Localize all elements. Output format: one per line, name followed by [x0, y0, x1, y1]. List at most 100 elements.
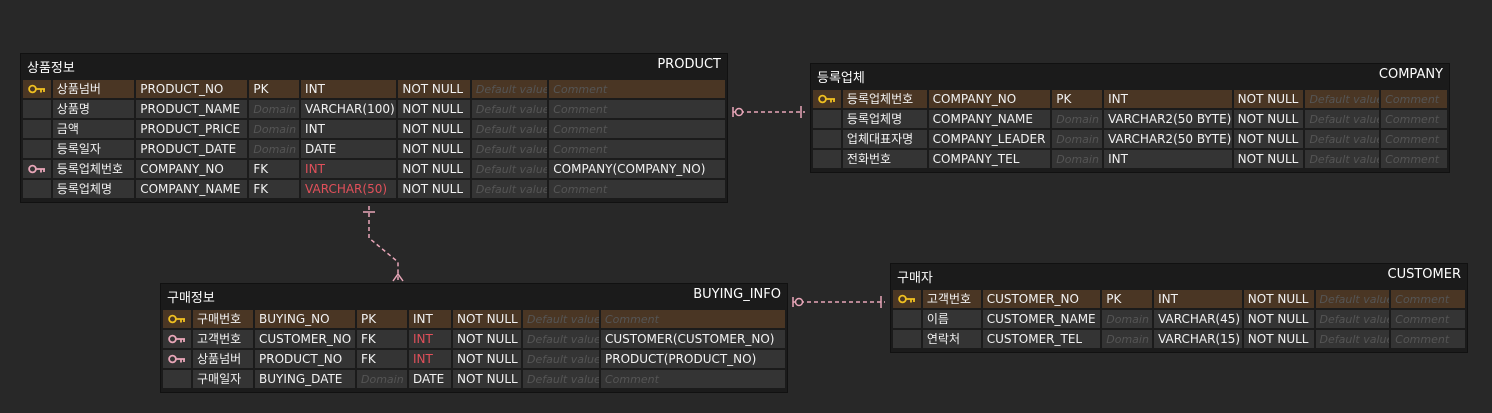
column-logical-name: 연락처 [923, 330, 983, 348]
column-comment: Comment [1395, 333, 1450, 346]
column-key: FK [357, 350, 409, 368]
column-default: Default value [472, 140, 550, 158]
column-comment: CUSTOMER(CUSTOMER_NO) [605, 332, 775, 346]
column-physical-name: CUSTOMER_NAME [983, 310, 1103, 328]
pk-key-icon [28, 84, 45, 94]
table-header[interactable]: 상품정보 PRODUCT [21, 54, 727, 76]
column-key: PK [1102, 290, 1155, 308]
column-logical-name: 업체대표자명 [843, 130, 929, 148]
key-cell [23, 140, 53, 158]
key-cell [23, 120, 53, 138]
column-logical-name: 등록업체번호 [53, 160, 137, 178]
table-logical-name: 상품정보 [27, 61, 75, 76]
column-type: INT [409, 310, 453, 328]
column-physical-name: BUYING_NO [255, 310, 357, 328]
column-default: Default value [472, 100, 550, 118]
table-buying-info[interactable]: 구매정보 BUYING_INFO 구매번호 BUYING_NO PK INT NOT NUL… [160, 283, 788, 393]
pk-key-icon [898, 294, 915, 304]
column-key: FK [249, 180, 302, 198]
key-cell [163, 310, 193, 328]
column-comment: Comment [553, 83, 608, 96]
column-not-null: NOT NULL [1244, 290, 1316, 308]
column-default: Default value [1305, 90, 1382, 108]
column-row[interactable]: 고객번호 CUSTOMER_NO PK INT NOT NULL Default valu… [893, 290, 1465, 308]
column-comment: Comment [1385, 113, 1440, 126]
column-comment: Comment [1395, 313, 1450, 326]
column-key: Domain [249, 100, 302, 118]
column-not-null: NOT NULL [1234, 110, 1306, 128]
table-logical-name: 구매정보 [167, 291, 215, 306]
column-physical-name: PRODUCT_PRICE [136, 120, 250, 138]
column-row[interactable]: 등록업체번호 COMPANY_NO PK INT NOT NULL Default val… [813, 90, 1447, 108]
column-logical-name: 구매번호 [193, 310, 255, 328]
column-comment: Comment [1385, 153, 1440, 166]
table-header[interactable]: 등록업체 COMPANY [811, 64, 1449, 86]
column-row[interactable]: 이름 CUSTOMER_NAME Domain VARCHAR(45) NOT NULL… [893, 310, 1465, 328]
table-customer[interactable]: 구매자 CUSTOMER 고객번호 CUSTOMER_NO PK INT NOT NULL D… [890, 263, 1468, 353]
column-logical-name: 상품명 [53, 100, 137, 118]
column-row[interactable]: 등록업체번호 COMPANY_NO FK INT NOT NULL Default val… [23, 160, 725, 178]
table-product[interactable]: 상품정보 PRODUCT 상품넘버 PRODUCT_NO PK INT NOT NULL De… [20, 53, 728, 203]
column-not-null: NOT NULL [453, 370, 523, 388]
key-cell [813, 150, 843, 168]
column-key: FK [357, 330, 409, 348]
key-cell [893, 310, 923, 328]
column-default: Default value [1305, 110, 1382, 128]
column-row[interactable]: 구매번호 BUYING_NO PK INT NOT NULL Default value C… [163, 310, 785, 328]
key-cell [23, 180, 53, 198]
fk-key-icon [168, 334, 185, 344]
column-key: PK [357, 310, 409, 328]
table-physical-name: BUYING_INFO [693, 287, 781, 302]
key-cell [893, 330, 923, 348]
column-physical-name: CUSTOMER_TEL [983, 330, 1103, 348]
column-row[interactable]: 상품넘버 PRODUCT_NO PK INT NOT NULL Default value… [23, 80, 725, 98]
column-logical-name: 등록업체번호 [843, 90, 929, 108]
column-logical-name: 등록일자 [53, 140, 137, 158]
column-key: Domain [1102, 310, 1155, 328]
column-default: Default value [472, 80, 550, 98]
erd-canvas[interactable]: 상품정보 PRODUCT 상품넘버 PRODUCT_NO PK INT NOT NULL De… [0, 0, 1492, 413]
column-row[interactable]: 업체대표자명 COMPANY_LEADER Domain VARCHAR2(50 BY… [813, 130, 1447, 148]
column-row[interactable]: 상품명 PRODUCT_NAME Domain VARCHAR(100) NOT NUL… [23, 100, 725, 118]
column-row[interactable]: 연락처 CUSTOMER_TEL Domain VARCHAR(15) NOT NULL… [893, 330, 1465, 348]
column-type: DATE [301, 140, 399, 158]
column-not-null: NOT NULL [453, 330, 523, 348]
column-not-null: NOT NULL [1234, 150, 1306, 168]
column-key: Domain [1052, 150, 1105, 168]
column-default: Default value [523, 370, 601, 388]
table-header[interactable]: 구매정보 BUYING_INFO [161, 284, 787, 306]
column-default: Default value [472, 120, 550, 138]
column-row[interactable]: 전화번호 COMPANY_TEL Domain INT NOT NULL Default … [813, 150, 1447, 168]
column-not-null: NOT NULL [453, 310, 523, 328]
column-row[interactable]: 구매일자 BUYING_DATE Domain DATE NOT NULL Default… [163, 370, 785, 388]
column-physical-name: COMPANY_NAME [136, 180, 250, 198]
column-logical-name: 이름 [923, 310, 983, 328]
column-row[interactable]: 등록업체명 COMPANY_NAME Domain VARCHAR2(50 BYTE)… [813, 110, 1447, 128]
column-comment: Comment [1395, 293, 1450, 306]
column-physical-name: COMPANY_LEADER [929, 130, 1053, 148]
column-comment: Comment [553, 103, 608, 116]
column-logical-name: 상품넘버 [53, 80, 137, 98]
column-type: VARCHAR(100) [301, 100, 399, 118]
column-key: PK [249, 80, 302, 98]
column-key: PK [1052, 90, 1105, 108]
column-row[interactable]: 고객번호 CUSTOMER_NO FK INT NOT NULL Default valu… [163, 330, 785, 348]
column-default: Default value [523, 350, 601, 368]
column-row[interactable]: 상품넘버 PRODUCT_NO FK INT NOT NULL Default value… [163, 350, 785, 368]
column-physical-name: PRODUCT_NAME [136, 100, 250, 118]
column-row[interactable]: 등록일자 PRODUCT_DATE Domain DATE NOT NULL Defaul… [23, 140, 725, 158]
column-row[interactable]: 등록업체명 COMPANY_NAME FK VARCHAR(50) NOT NULL De… [23, 180, 725, 198]
table-header[interactable]: 구매자 CUSTOMER [891, 264, 1467, 286]
column-comment: Comment [553, 183, 608, 196]
column-row[interactable]: 금액 PRODUCT_PRICE Domain INT NOT NULL Default … [23, 120, 725, 138]
table-company[interactable]: 등록업체 COMPANY 등록업체번호 COMPANY_NO PK INT NOT NULL… [810, 63, 1450, 173]
column-key: Domain [1052, 110, 1105, 128]
table-logical-name: 구매자 [897, 271, 933, 286]
key-cell [813, 130, 843, 148]
column-physical-name: COMPANY_NAME [929, 110, 1053, 128]
column-comment: Comment [553, 123, 608, 136]
column-key: FK [249, 160, 302, 178]
table-physical-name: CUSTOMER [1387, 267, 1461, 282]
column-not-null: NOT NULL [1234, 90, 1306, 108]
column-comment: Comment [1385, 93, 1440, 106]
